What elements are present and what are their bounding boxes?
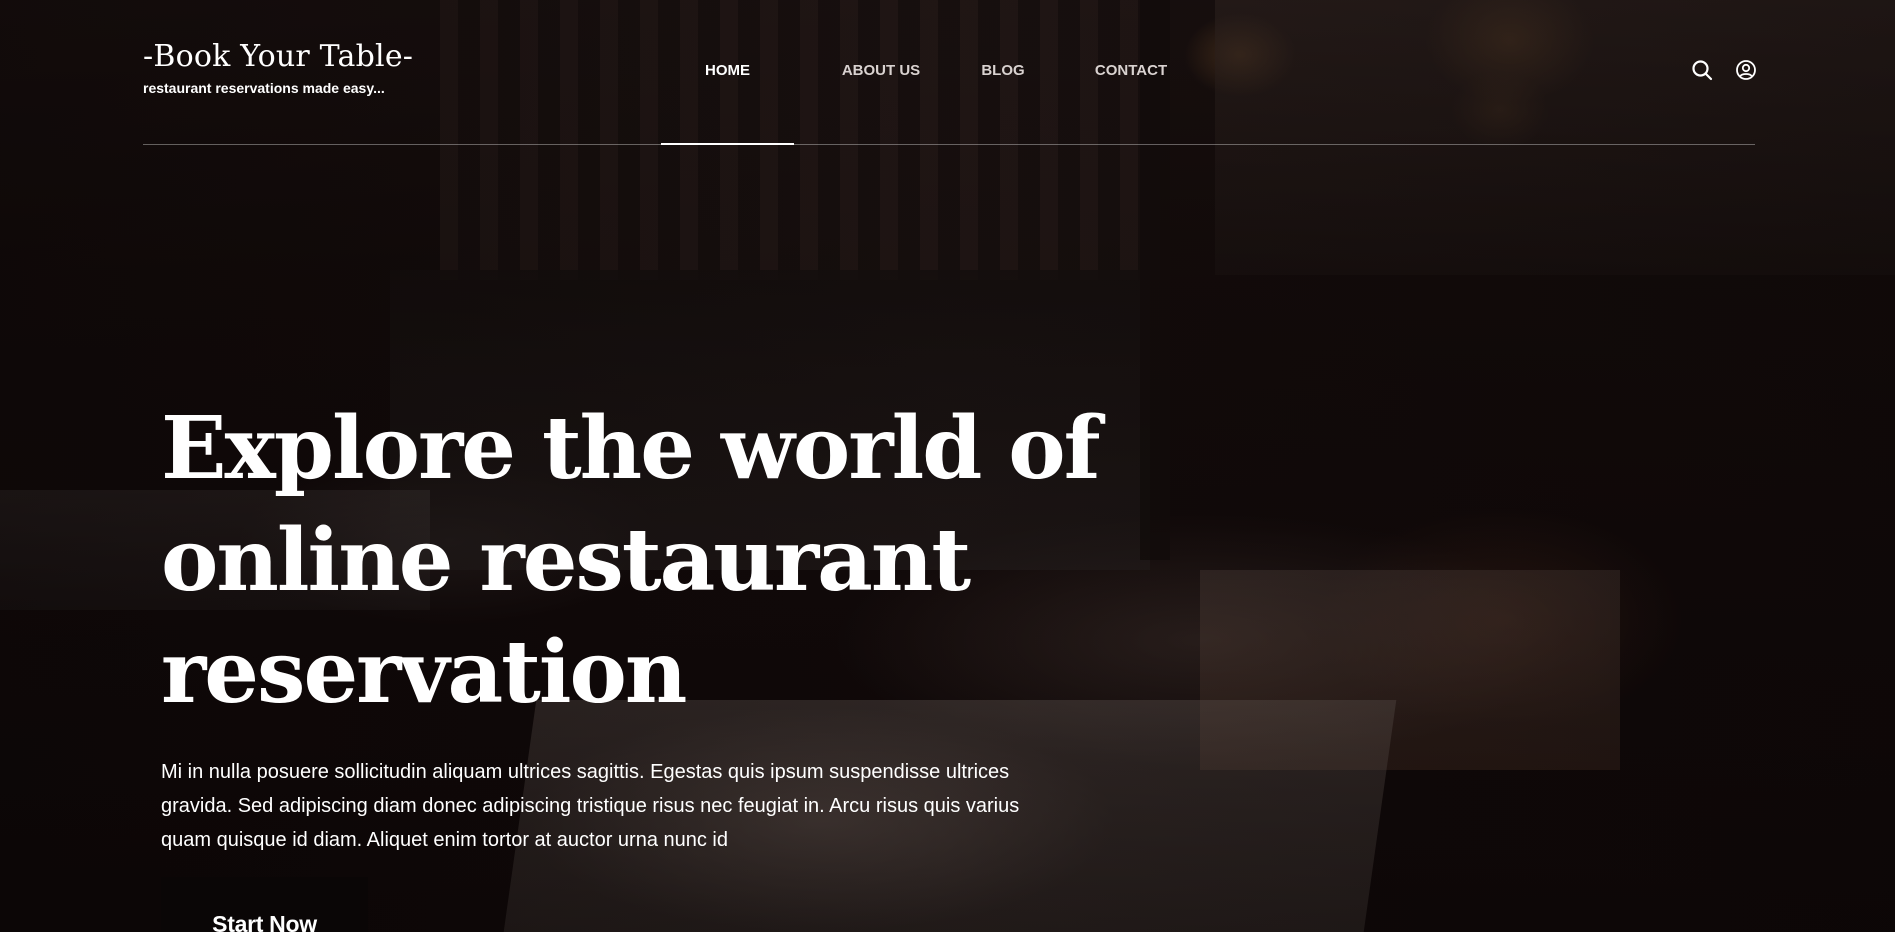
nav-item-home[interactable]: HOME xyxy=(661,48,794,145)
background-table-right xyxy=(1200,570,1620,770)
brand-tagline: restaurant reservations made easy... xyxy=(143,80,385,96)
hero-heading: Explore the world of online restaurant r… xyxy=(161,393,1101,729)
nav-item-label: ABOUT US xyxy=(841,62,921,79)
brand-title[interactable]: -Book Your Table- xyxy=(143,36,413,78)
nav-item-contact[interactable]: CONTACT xyxy=(1076,48,1186,145)
hero-heading-line: Explore the world of xyxy=(161,398,1101,499)
hero-heading-line: reservation xyxy=(161,622,687,723)
nav-item-label: CONTACT xyxy=(1094,62,1168,79)
hero-description: Mi in nulla posuere sollicitudin aliquam… xyxy=(161,761,1020,851)
hero-section: -Book Your Table- restaurant reservation… xyxy=(0,0,1895,932)
hero-heading-line: online restaurant xyxy=(161,510,971,611)
main-nav: HOME ABOUT US BLOG CONTACT xyxy=(661,48,1186,145)
nav-item-label: HOME xyxy=(705,62,750,79)
brand[interactable]: -Book Your Table- restaurant reservation… xyxy=(143,36,413,96)
nav-item-label: BLOG xyxy=(981,62,1025,79)
nav-item-about-us[interactable]: ABOUT US xyxy=(804,48,958,145)
header-icons xyxy=(1690,58,1758,82)
nav-item-blog[interactable]: BLOG xyxy=(968,48,1038,145)
start-now-button[interactable]: Start Now xyxy=(161,877,368,932)
background-window xyxy=(1215,0,1895,275)
search-icon[interactable] xyxy=(1690,58,1714,82)
user-account-icon[interactable] xyxy=(1734,58,1758,82)
header-divider xyxy=(143,144,1755,145)
